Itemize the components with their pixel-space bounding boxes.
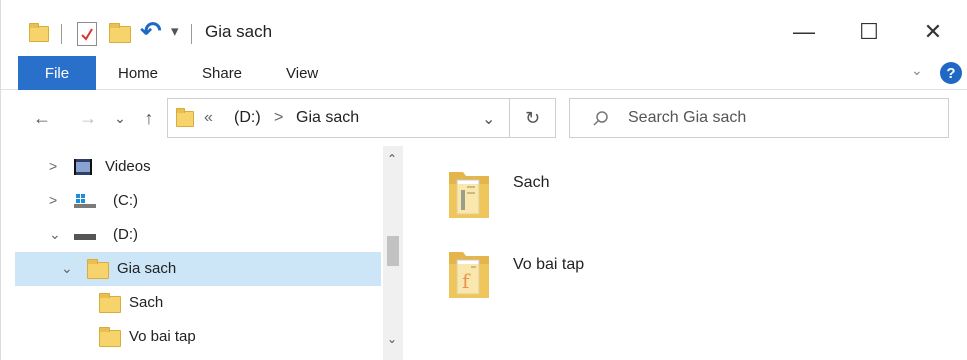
navigation-pane: > Videos > (C:) ⌄ (D:) ⌄ Gia sach Sach V… [1,146,383,360]
folder-item-sach[interactable]: Sach [443,166,603,230]
tree-label-videos: Videos [105,158,151,175]
breadcrumb-gia-sach[interactable]: Gia sach [296,109,359,127]
back-arrow-icon[interactable]: ← [31,106,53,130]
up-arrow-icon[interactable]: ↑ [139,106,159,130]
folder-icon[interactable] [29,23,49,42]
expand-ribbon-icon[interactable]: ⌄ [911,62,923,79]
tab-share[interactable]: Share [202,56,242,90]
minimize-button[interactable]: — [774,14,834,50]
undo-icon[interactable]: ↶ [140,16,162,47]
tree-label-drive-d: (D:) [113,226,138,243]
refresh-button[interactable]: ↻ [510,98,556,138]
collapse-chevron-icon[interactable]: ⌄ [49,226,61,243]
breadcrumb-drive-d[interactable]: (D:) [234,109,261,127]
tab-home[interactable]: Home [118,56,158,90]
close-button[interactable]: ✕ [903,14,963,50]
content-pane: Sach f Vo bai tap [403,146,967,360]
folder-with-document-icon: f [449,252,489,298]
address-overflow-icon[interactable]: « [204,109,213,127]
folder-icon [87,259,109,279]
tree-label-drive-c: (C:) [113,192,138,209]
search-placeholder: Search Gia sach [628,109,747,126]
address-bar[interactable]: « (D:) > Gia sach ⌄ [167,98,510,138]
address-dropdown-icon[interactable]: ⌄ [482,109,495,129]
file-explorer-window: ↶ ▾ Gia sach — ☐ ✕ File Home Share View … [0,0,967,360]
properties-icon[interactable] [77,22,97,46]
scroll-down-icon[interactable]: ⌄ [387,332,397,346]
windows-drive-icon [74,194,96,208]
tree-label-gia-sach: Gia sach [117,260,177,277]
folder-name-vo-bai-tap: Vo bai tap [513,256,585,273]
recent-locations-chevron-icon[interactable]: ⌄ [112,106,128,130]
tree-item-gia-sach[interactable]: ⌄ Gia sach [15,252,381,286]
address-folder-icon [176,108,194,127]
help-icon[interactable]: ? [940,62,962,84]
tree-item-vo-bai-tap[interactable]: Vo bai tap [15,320,381,354]
title-bar: ↶ ▾ Gia sach — ☐ ✕ [1,0,967,56]
tree-item-videos[interactable]: > Videos [15,150,381,184]
expand-chevron-icon[interactable]: > [49,158,57,174]
tab-file[interactable]: File [18,56,96,90]
customize-toolbar-dropdown-icon[interactable]: ▾ [171,22,179,40]
search-icon [593,111,608,126]
drive-icon [74,234,96,240]
ribbon-tabs: File Home Share View [1,56,967,90]
tree-item-sach[interactable]: Sach [15,286,381,320]
toolbar-separator [61,24,62,44]
expand-chevron-icon[interactable]: > [49,192,57,208]
folder-item-vo-bai-tap[interactable]: f Vo bai tap [443,246,643,310]
tree-item-drive-d[interactable]: ⌄ (D:) [15,218,381,252]
tree-label-vo-bai-tap: Vo bai tap [129,328,196,345]
search-input[interactable]: Search Gia sach [569,98,949,138]
folder-with-document-icon [449,172,489,218]
title-separator [191,24,192,44]
scroll-up-icon[interactable]: ⌃ [387,152,397,166]
forward-arrow-icon[interactable]: → [77,106,99,130]
folder-name-sach: Sach [513,174,550,191]
navigation-pane-scrollbar[interactable]: ⌃ ⌄ [383,146,403,360]
tree-item-drive-c[interactable]: > (C:) [15,184,381,218]
new-folder-icon[interactable] [109,23,131,43]
folder-icon [99,327,121,347]
breadcrumb-separator[interactable]: > [274,109,283,127]
maximize-button[interactable]: ☐ [839,14,899,50]
window-title: Gia sach [205,22,273,41]
scroll-thumb[interactable] [387,236,399,266]
collapse-chevron-icon[interactable]: ⌄ [61,260,73,277]
folder-icon [99,293,121,313]
videos-icon [74,159,92,175]
tab-view[interactable]: View [286,56,318,90]
tree-label-sach: Sach [129,294,164,311]
